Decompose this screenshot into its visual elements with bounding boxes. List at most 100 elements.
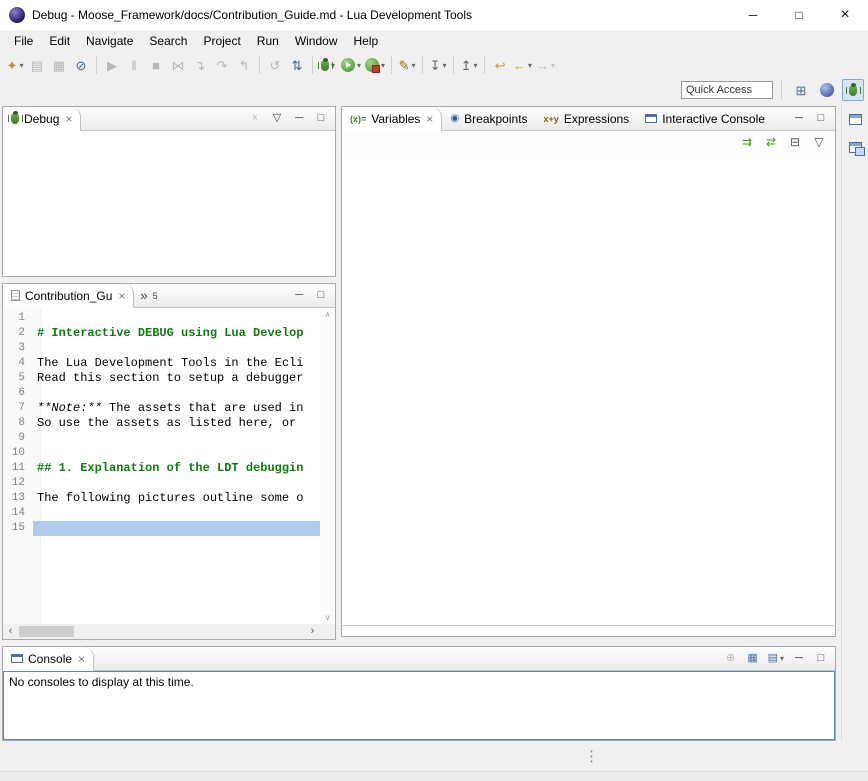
step-over-button-icon: ↷: [217, 59, 228, 72]
collapse-all-button[interactable]: ⊟: [785, 133, 805, 151]
scroll-right-icon[interactable]: ›: [305, 624, 320, 639]
resume-button[interactable]: ▶: [101, 54, 123, 76]
maximize-button[interactable]: □: [812, 110, 830, 128]
external-tools-dropdown[interactable]: ✎▾: [396, 54, 418, 76]
step-over-button[interactable]: ↷: [211, 54, 233, 76]
editor-line[interactable]: 1: [3, 311, 320, 326]
skip-all-breakpoints-button[interactable]: ⊘: [70, 54, 92, 76]
show-type-names-button[interactable]: ⇄: [761, 133, 781, 151]
editor-line[interactable]: 6: [3, 386, 320, 401]
coverage-dropdown[interactable]: ▾: [363, 54, 387, 76]
maximize-button[interactable]: □: [776, 0, 822, 30]
next-annotation-dropdown[interactable]: ↧▾: [427, 54, 449, 76]
display-selected-console-button[interactable]: ▦: [744, 650, 762, 668]
save-all-button[interactable]: ▦: [48, 54, 70, 76]
minimize-button[interactable]: ─: [290, 110, 308, 128]
remove-all-terminated-button[interactable]: ×: [246, 110, 264, 128]
tab-expressions[interactable]: x+yExpressions: [536, 107, 638, 130]
line-text: [33, 476, 320, 491]
maximize-button[interactable]: □: [312, 287, 330, 305]
close-tab-icon[interactable]: ×: [65, 113, 72, 125]
show-logical-structures-button[interactable]: ⇉: [737, 133, 757, 151]
step-return-button-icon: ↰: [239, 59, 250, 72]
debug-perspective-button[interactable]: [842, 79, 864, 101]
tab-debug[interactable]: Debug ×: [3, 107, 81, 131]
menu-project[interactable]: Project: [195, 32, 248, 50]
use-step-filters-button[interactable]: ⇅: [286, 54, 308, 76]
open-console-dropdown[interactable]: ▤▾: [766, 650, 786, 668]
drop-to-frame-button[interactable]: ↺: [264, 54, 286, 76]
step-into-button[interactable]: ↴: [189, 54, 211, 76]
back-dropdown[interactable]: ←▾: [511, 54, 534, 76]
maximize-button-icon: □: [318, 113, 325, 124]
menu-help[interactable]: Help: [346, 32, 387, 50]
editor-line[interactable]: 4The Lua Development Tools in the Ecli: [3, 356, 320, 371]
close-tab-icon[interactable]: ×: [426, 113, 433, 125]
minimize-button[interactable]: ─: [790, 110, 808, 128]
tab-variables[interactable]: (x)=Variables×: [342, 107, 442, 131]
minimize-button[interactable]: ─: [730, 0, 776, 30]
suspend-button[interactable]: ‖: [123, 54, 145, 76]
menu-search[interactable]: Search: [141, 32, 195, 50]
editor-line[interactable]: 8So use the assets as listed here, or: [3, 416, 320, 431]
menu-window[interactable]: Window: [287, 32, 346, 50]
new-wizard-dropdown[interactable]: ✦▾: [4, 54, 26, 76]
menu-edit[interactable]: Edit: [41, 32, 78, 50]
console-view: Console × ⊕▦▤▾─□ No consoles to display …: [2, 646, 836, 741]
editor-line[interactable]: 2# Interactive DEBUG using Lua Develop: [3, 326, 320, 341]
editor-horizontal-scrollbar[interactable]: ‹ ›: [3, 624, 320, 639]
editor-vertical-scrollbar[interactable]: ∧ ∨: [320, 308, 335, 624]
scroll-down-icon[interactable]: ∨: [325, 613, 331, 622]
tab-console[interactable]: Console ×: [3, 647, 94, 671]
restore-minimized-view-stack-button[interactable]: [845, 138, 865, 156]
maximize-button[interactable]: □: [312, 110, 330, 128]
trim-drag-handle[interactable]: ⋮: [584, 747, 599, 765]
editor-line[interactable]: 3: [3, 341, 320, 356]
last-edit-location-button[interactable]: ↩: [489, 54, 511, 76]
debug-dropdown[interactable]: ▾: [317, 54, 339, 76]
view-menu-button[interactable]: ▽: [268, 110, 286, 128]
line-text: So use the assets as listed here, or: [33, 416, 320, 431]
editor-line[interactable]: 11## 1. Explanation of the LDT debuggin: [3, 461, 320, 476]
tab-breakpoints[interactable]: ◉Breakpoints: [442, 107, 535, 130]
editor-line[interactable]: 5Read this section to setup a debugger: [3, 371, 320, 386]
menu-navigate[interactable]: Navigate: [78, 32, 141, 50]
close-button[interactable]: ×: [822, 0, 868, 30]
quick-access-input[interactable]: Quick Access: [681, 81, 773, 99]
menu-run[interactable]: Run: [249, 32, 287, 50]
editor-line[interactable]: 15: [3, 521, 320, 536]
tab-contribution-guide[interactable]: Contribution_Gu ×: [3, 284, 134, 308]
terminate-button[interactable]: ■: [145, 54, 167, 76]
open-perspective-button[interactable]: ⊞: [790, 79, 812, 101]
editor-line[interactable]: 9: [3, 431, 320, 446]
view-menu-button[interactable]: ▽: [809, 133, 829, 151]
forward-dropdown[interactable]: →▾: [534, 54, 557, 76]
editor-line[interactable]: 14: [3, 506, 320, 521]
close-tab-icon[interactable]: ×: [78, 653, 85, 665]
step-return-button[interactable]: ↰: [233, 54, 255, 76]
scroll-left-icon[interactable]: ‹: [3, 624, 18, 639]
save-button[interactable]: ▤: [26, 54, 48, 76]
pin-console-button[interactable]: ⊕: [722, 650, 740, 668]
restore-minimized-view-button[interactable]: [845, 110, 865, 128]
scroll-up-icon[interactable]: ∧: [325, 310, 331, 319]
previous-annotation-dropdown[interactable]: ↥▾: [458, 54, 480, 76]
editor-body[interactable]: 12# Interactive DEBUG using Lua Develop3…: [3, 308, 335, 639]
editor-overflow-chevron[interactable]: »5: [134, 284, 163, 307]
maximize-button[interactable]: □: [812, 650, 830, 668]
ldt-perspective-button[interactable]: [816, 79, 838, 101]
minimize-button[interactable]: ─: [290, 287, 308, 305]
editor-line[interactable]: 13The following pictures outline some o: [3, 491, 320, 506]
disconnect-button[interactable]: ⋈: [167, 54, 189, 76]
minimize-button[interactable]: ─: [790, 650, 808, 668]
tab-interactive-console[interactable]: Interactive Console: [637, 107, 773, 130]
detail-pane-sash[interactable]: [342, 625, 835, 626]
close-tab-icon[interactable]: ×: [118, 290, 125, 302]
menu-file[interactable]: File: [6, 32, 41, 50]
run-dropdown[interactable]: ▾: [339, 54, 363, 76]
scrollbar-thumb[interactable]: [19, 626, 74, 637]
minimize-button-icon: ─: [295, 290, 303, 301]
editor-line[interactable]: 12: [3, 476, 320, 491]
editor-line[interactable]: 7**Note:** The assets that are used in: [3, 401, 320, 416]
editor-line[interactable]: 10: [3, 446, 320, 461]
